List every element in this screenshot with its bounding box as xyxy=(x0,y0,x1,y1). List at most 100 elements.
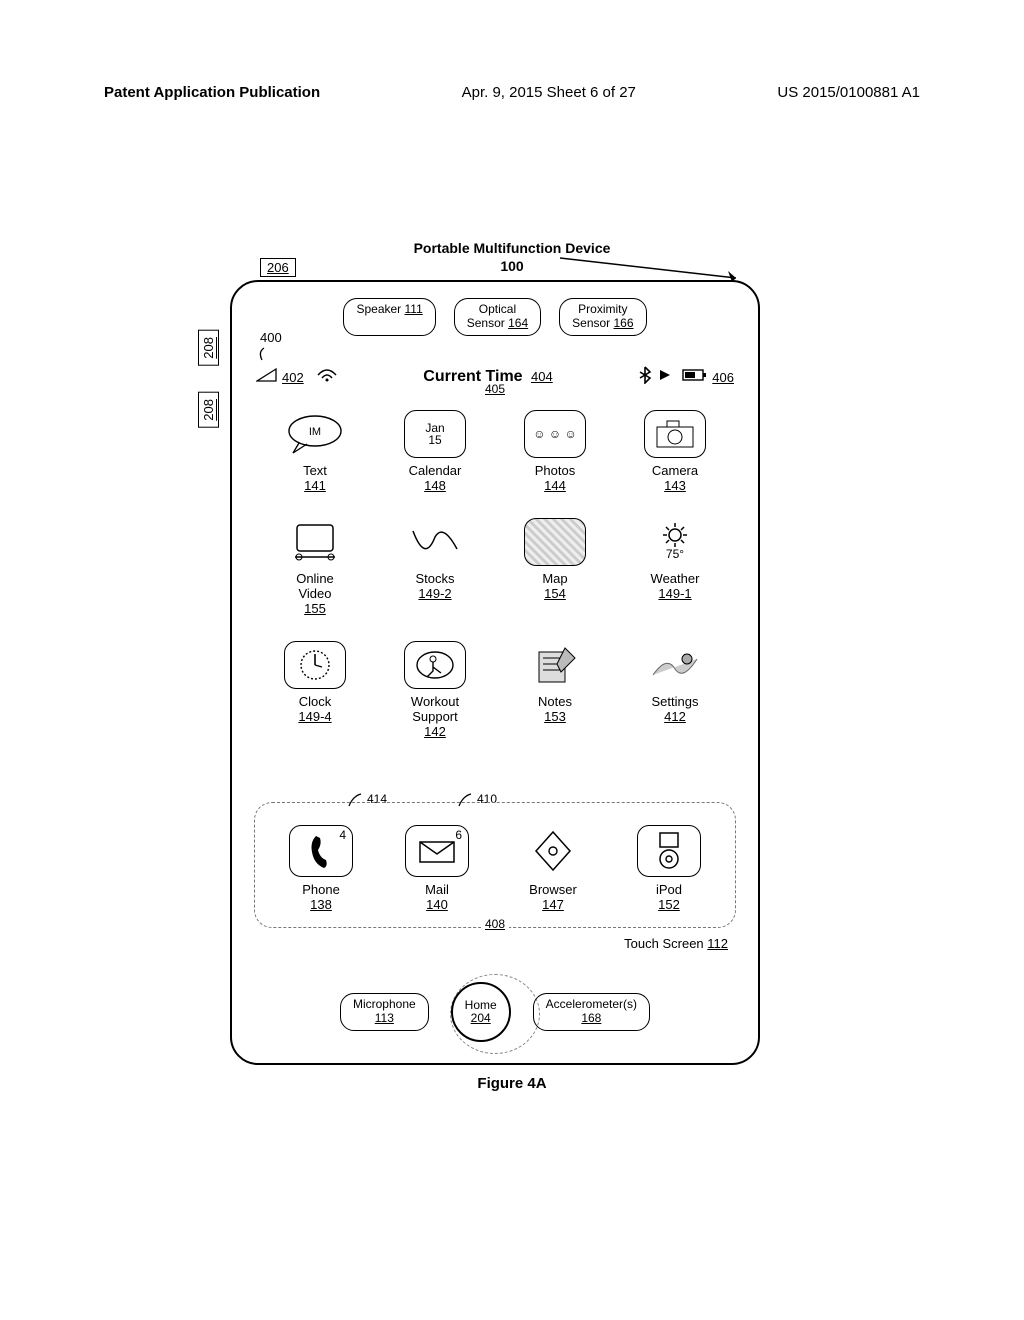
svg-text:IM: IM xyxy=(309,426,321,438)
mail-icon: 6 xyxy=(405,825,469,877)
app-text-ref: 141 xyxy=(304,478,326,493)
optical-num: 164 xyxy=(508,316,528,330)
hdr-right: US 2015/0100881 A1 xyxy=(777,84,920,101)
ref-400-text: 400 xyxy=(260,330,282,345)
microphone-label: Microphone113 xyxy=(340,993,429,1031)
device-title-ref: 100 xyxy=(0,258,1024,274)
app-mail-ref: 140 xyxy=(426,897,448,912)
app-workout-label: Workout Support xyxy=(411,694,459,724)
device-title: Portable Multifunction Device 100 xyxy=(0,240,1024,274)
app-text[interactable]: IM Text141 xyxy=(262,410,368,494)
weather-badge: 75° xyxy=(666,547,684,561)
dock-ref: 408 xyxy=(481,917,509,931)
optical-l2: Sensor xyxy=(467,316,508,330)
workout-icon xyxy=(404,641,466,689)
calendar-icon: Jan 15 xyxy=(404,410,466,458)
optical-sensor-label: Optical Sensor 164 xyxy=(454,298,541,336)
status-under-ref: 405 xyxy=(232,382,758,396)
app-ipod[interactable]: iPod152 xyxy=(616,825,722,913)
app-stocks-ref: 149-2 xyxy=(418,586,451,601)
phone-icon: 4 xyxy=(289,825,353,877)
app-stocks-label: Stocks xyxy=(415,571,454,586)
optical-l1: Optical xyxy=(479,302,516,316)
proximity-sensor-label: Proximity Sensor 166 xyxy=(559,298,646,336)
app-phone-label: Phone xyxy=(302,882,340,897)
app-photos[interactable]: ☺ ☺ ☺ Photos144 xyxy=(502,410,608,494)
settings-icon xyxy=(644,641,706,689)
map-icon xyxy=(524,518,586,566)
dock: 4 Phone138 6 Mail140 Browser xyxy=(254,802,736,928)
app-online-video[interactable]: Online Video155 xyxy=(262,518,368,617)
app-stocks[interactable]: Stocks149-2 xyxy=(382,518,488,617)
app-settings[interactable]: Settings412 xyxy=(622,641,728,740)
app-phone-ref: 138 xyxy=(310,897,332,912)
app-settings-label: Settings xyxy=(652,694,699,709)
clock-icon xyxy=(284,641,346,689)
prox-l1: Proximity xyxy=(578,302,627,316)
app-browser[interactable]: Browser147 xyxy=(500,825,606,913)
mic-text: Microphone xyxy=(353,997,416,1011)
app-settings-ref: 412 xyxy=(664,709,686,724)
app-browser-ref: 147 xyxy=(542,897,564,912)
app-notes[interactable]: Notes153 xyxy=(502,641,608,740)
mic-num: 113 xyxy=(375,1011,394,1025)
app-clock-ref: 149-4 xyxy=(298,709,331,724)
app-notes-ref: 153 xyxy=(544,709,566,724)
cal-badge: Jan 15 xyxy=(425,422,444,446)
grid-row-1: IM Text141 Jan 15 Calendar148 ☺ ☺ ☺ Phot… xyxy=(262,410,728,494)
app-video-ref: 155 xyxy=(304,601,326,616)
touch-num: 112 xyxy=(707,936,728,951)
app-map-ref: 154 xyxy=(544,586,566,601)
mail-badge: 6 xyxy=(455,828,462,842)
grid-row-3: Clock149-4 Workout Support142 Notes153 xyxy=(262,641,728,740)
app-workout-ref: 142 xyxy=(424,724,446,739)
text-icon: IM xyxy=(284,410,346,458)
notes-icon xyxy=(524,641,586,689)
phone-badge: 4 xyxy=(339,828,346,842)
app-map-label: Map xyxy=(542,571,567,586)
bottom-row: Microphone113 Home 204 Accelerometer(s) 1… xyxy=(232,982,758,1042)
photos-badge: ☺ ☺ ☺ xyxy=(533,427,576,441)
app-video-label: Online Video xyxy=(296,571,334,601)
app-notes-label: Notes xyxy=(538,694,572,709)
app-camera-label: Camera xyxy=(652,463,698,478)
ref-208-top: 208 xyxy=(198,330,219,366)
home-num: 204 xyxy=(471,1012,491,1025)
speaker-num: 111 xyxy=(405,302,423,316)
app-calendar[interactable]: Jan 15 Calendar148 xyxy=(382,410,488,494)
app-phone[interactable]: 4 Phone138 xyxy=(268,825,374,913)
prox-l2: Sensor xyxy=(572,316,613,330)
app-photos-ref: 144 xyxy=(544,478,566,493)
app-clock-label: Clock xyxy=(299,694,332,709)
touch-text: Touch Screen xyxy=(624,936,707,951)
app-mail[interactable]: 6 Mail140 xyxy=(384,825,490,913)
app-cal-label: Calendar xyxy=(409,463,462,478)
app-clock[interactable]: Clock149-4 xyxy=(262,641,368,740)
home-button[interactable]: Home 204 xyxy=(451,982,511,1042)
app-weather-ref: 149-1 xyxy=(658,586,691,601)
app-camera-ref: 143 xyxy=(664,478,686,493)
ref-400: 400 xyxy=(260,330,282,345)
photos-icon: ☺ ☺ ☺ xyxy=(524,410,586,458)
app-mail-label: Mail xyxy=(425,882,449,897)
sensor-row: Speaker 111 Optical Sensor 164 Proximity… xyxy=(232,298,758,336)
touch-screen-label: Touch Screen 112 xyxy=(624,936,728,951)
device-outline: Speaker 111 Optical Sensor 164 Proximity… xyxy=(230,280,760,1065)
app-map[interactable]: Map154 xyxy=(502,518,608,617)
hdr-mid: Apr. 9, 2015 Sheet 6 of 27 xyxy=(462,84,636,101)
speaker-text: Speaker xyxy=(356,302,404,316)
app-workout[interactable]: Workout Support142 xyxy=(382,641,488,740)
app-weather-label: Weather xyxy=(651,571,700,586)
app-cal-ref: 148 xyxy=(424,478,446,493)
browser-icon xyxy=(521,825,585,877)
accel-text: Accelerometer(s) xyxy=(546,997,637,1011)
page-header: Patent Application Publication Apr. 9, 2… xyxy=(104,84,920,101)
app-camera[interactable]: Camera143 xyxy=(622,410,728,494)
ipod-icon xyxy=(637,825,701,877)
figure-caption: Figure 4A xyxy=(0,1075,1024,1092)
grid-row-2: Online Video155 Stocks149-2 Map154 75° xyxy=(262,518,728,617)
video-icon xyxy=(284,518,346,566)
weather-icon: 75° xyxy=(644,518,706,566)
ref-208-bottom: 208 xyxy=(198,392,219,428)
app-weather[interactable]: 75° Weather149-1 xyxy=(622,518,728,617)
